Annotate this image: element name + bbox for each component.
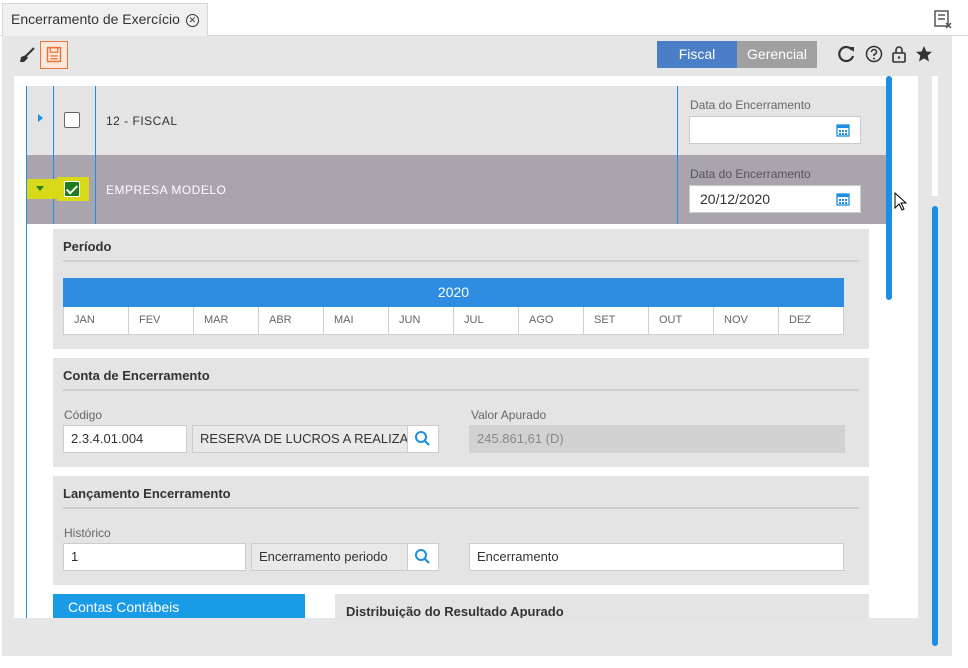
save-button[interactable] — [40, 41, 68, 69]
row-checkbox-checked[interactable] — [64, 181, 80, 197]
date-label: Data do Encerramento — [690, 167, 811, 181]
save-icon — [46, 46, 62, 63]
lock-icon[interactable] — [889, 44, 909, 64]
historico-descricao-field: Encerramento periodo — [251, 543, 408, 571]
periodo-title: Período — [63, 239, 112, 254]
month-out[interactable]: OUT — [649, 307, 714, 334]
calendar-icon[interactable] — [836, 192, 850, 206]
historico-input[interactable]: 1 — [63, 543, 246, 571]
divider — [63, 507, 859, 509]
tab-bar: Encerramento de Exercício ✕ — [0, 0, 968, 36]
company-row[interactable]: 12 - FISCAL Data do Encerramento — [26, 86, 886, 155]
month-mai[interactable]: MAI — [324, 307, 389, 334]
date-input[interactable] — [689, 116, 861, 144]
valor-label: Valor Apurado — [471, 408, 547, 422]
months-row: JAN FEV MAR ABR MAI JUN JUL AGO SET OUT NOV DEZ — [63, 307, 844, 335]
collapse-arrow-icon[interactable] — [35, 184, 45, 192]
lancamento-section: Lançamento Encerramento Histórico 1 Ence… — [53, 476, 869, 585]
toolbar: Fiscal Gerencial — [14, 40, 940, 72]
outer-scroll-track — [932, 76, 938, 196]
company-name: EMPRESA MODELO — [106, 183, 227, 197]
contas-contabeis-tab[interactable]: Contas Contábeis — [53, 594, 305, 618]
search-icon — [415, 431, 430, 446]
conta-search-button[interactable] — [407, 425, 439, 453]
historico-label: Histórico — [64, 526, 111, 540]
inner-scrollbar[interactable] — [886, 76, 892, 300]
date-input[interactable]: 20/12/2020 — [689, 185, 861, 213]
month-fev[interactable]: FEV — [129, 307, 194, 334]
lancamento-title: Lançamento Encerramento — [63, 486, 231, 501]
tab-encerramento[interactable]: Encerramento de Exercício ✕ — [2, 3, 208, 36]
expand-arrow-icon[interactable] — [36, 113, 44, 123]
help-icon[interactable] — [864, 44, 884, 64]
conta-section: Conta de Encerramento Código 2.3.4.01.00… — [53, 358, 869, 467]
mode-fiscal-button[interactable]: Fiscal — [657, 41, 737, 68]
month-ago[interactable]: AGO — [519, 307, 584, 334]
company-name: 12 - FISCAL — [106, 114, 178, 128]
conta-title: Conta de Encerramento — [63, 368, 210, 383]
divider — [63, 389, 859, 391]
month-jun[interactable]: JUN — [389, 307, 454, 334]
mode-gerencial-button[interactable]: Gerencial — [737, 41, 817, 68]
month-jul[interactable]: JUL — [454, 307, 519, 334]
month-jan[interactable]: JAN — [64, 307, 129, 334]
codigo-input[interactable]: 2.3.4.01.004 — [63, 425, 187, 453]
panel-bottom — [14, 618, 918, 632]
calendar-icon[interactable] — [836, 123, 850, 137]
company-row-selected[interactable]: EMPRESA MODELO Data do Encerramento 20/1… — [26, 155, 886, 224]
search-icon — [415, 549, 430, 564]
codigo-label: Código — [64, 408, 103, 422]
outer-scrollbar[interactable] — [932, 206, 938, 646]
month-abr[interactable]: ABR — [259, 307, 324, 334]
month-nov[interactable]: NOV — [714, 307, 779, 334]
divider — [63, 260, 859, 262]
month-dez[interactable]: DEZ — [779, 307, 843, 334]
valor-apurado-field: 245.861,61 (D) — [469, 425, 845, 453]
row-checkbox[interactable] — [64, 112, 80, 128]
tree-line — [26, 224, 27, 618]
historico-search-button[interactable] — [407, 543, 439, 571]
close-tab-icon[interactable]: ✕ — [185, 14, 199, 27]
favorite-star-icon[interactable] — [914, 44, 934, 64]
clear-brush-icon[interactable] — [18, 46, 36, 64]
month-set[interactable]: SET — [584, 307, 649, 334]
complemento-input[interactable]: Encerramento — [469, 543, 844, 571]
year-header[interactable]: 2020 — [63, 278, 844, 307]
conta-descricao-field: RESERVA DE LUCROS A REALIZAR — [192, 425, 408, 453]
periodo-section: Período 2020 JAN FEV MAR ABR MAI JUN JUL AGO SET… — [53, 229, 869, 349]
refresh-icon[interactable] — [837, 44, 857, 64]
distribuicao-header: Distribuição do Resultado Apurado — [335, 594, 869, 619]
window-list-icon[interactable] — [932, 8, 954, 30]
date-label: Data do Encerramento — [690, 98, 811, 112]
date-value: 20/12/2020 — [700, 191, 771, 207]
mouse-cursor-icon — [894, 192, 908, 211]
tab-title: Encerramento de Exercício — [11, 11, 180, 27]
month-mar[interactable]: MAR — [194, 307, 259, 334]
month-picker: 2020 JAN FEV MAR ABR MAI JUN JUL AGO SET OUT NOV DE… — [63, 278, 844, 335]
